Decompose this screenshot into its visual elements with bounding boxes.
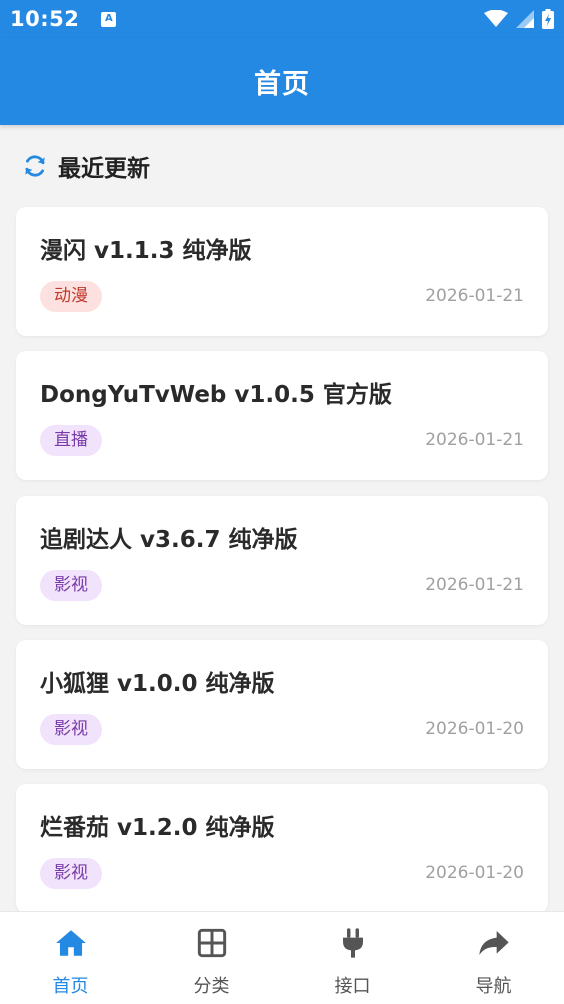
section-header: 最近更新 <box>22 148 150 184</box>
status-icons <box>484 9 554 29</box>
item-date: 2026-01-21 <box>425 286 524 306</box>
list-item[interactable]: 小狐狸 v1.0.0 纯净版 影视 2026-01-20 <box>16 640 548 769</box>
list-item[interactable]: DongYuTvWeb v1.0.5 官方版 直播 2026-01-21 <box>16 351 548 480</box>
item-title: 小狐狸 v1.0.0 纯净版 <box>40 671 275 697</box>
item-date: 2026-01-20 <box>425 719 524 739</box>
item-title: 追剧达人 v3.6.7 纯净版 <box>40 527 298 553</box>
category-tag: 影视 <box>40 858 102 889</box>
item-date: 2026-01-20 <box>425 863 524 883</box>
nav-item-home[interactable]: 首页 <box>0 912 141 1004</box>
a-notification-letter: A <box>104 13 113 24</box>
nav-item-navigation[interactable]: 导航 <box>423 912 564 1004</box>
nav-item-interface[interactable]: 接口 <box>282 912 423 1004</box>
nav-label: 首页 <box>52 976 89 997</box>
home-icon <box>54 926 88 960</box>
grid-icon <box>195 926 229 960</box>
category-tag: 直播 <box>40 425 102 456</box>
wifi-icon <box>484 10 508 27</box>
item-date: 2026-01-21 <box>425 575 524 595</box>
nav-label: 导航 <box>475 976 512 997</box>
category-tag: 动漫 <box>40 281 102 312</box>
share-icon <box>477 926 511 960</box>
item-title: 烂番茄 v1.2.0 纯净版 <box>40 815 275 841</box>
category-tag: 影视 <box>40 570 102 601</box>
nav-item-category[interactable]: 分类 <box>141 912 282 1004</box>
status-bar: 10:52 A <box>0 0 564 38</box>
plug-icon <box>336 926 370 960</box>
category-tag: 影视 <box>40 714 102 745</box>
page-title: 首页 <box>254 69 310 100</box>
list-item[interactable]: 烂番茄 v1.2.0 纯净版 影视 2026-01-20 <box>16 784 548 913</box>
refresh-icon[interactable] <box>22 153 48 179</box>
item-date: 2026-01-21 <box>425 430 524 450</box>
a-notification-icon: A <box>101 11 117 27</box>
section-title: 最近更新 <box>58 156 150 182</box>
list-item[interactable]: 漫闪 v1.1.3 纯净版 动漫 2026-01-21 <box>16 207 548 336</box>
app-bar: 首页 <box>0 38 564 125</box>
bottom-navigation: 首页 分类 接口 导航 <box>0 911 564 1004</box>
nav-label: 分类 <box>193 976 230 997</box>
list-item[interactable]: 追剧达人 v3.6.7 纯净版 影视 2026-01-21 <box>16 496 548 625</box>
status-time: 10:52 <box>10 7 80 31</box>
item-title: DongYuTvWeb v1.0.5 官方版 <box>40 382 392 408</box>
battery-icon <box>542 9 554 29</box>
item-title: 漫闪 v1.1.3 纯净版 <box>40 238 252 264</box>
signal-icon <box>516 10 534 28</box>
nav-label: 接口 <box>334 976 371 997</box>
